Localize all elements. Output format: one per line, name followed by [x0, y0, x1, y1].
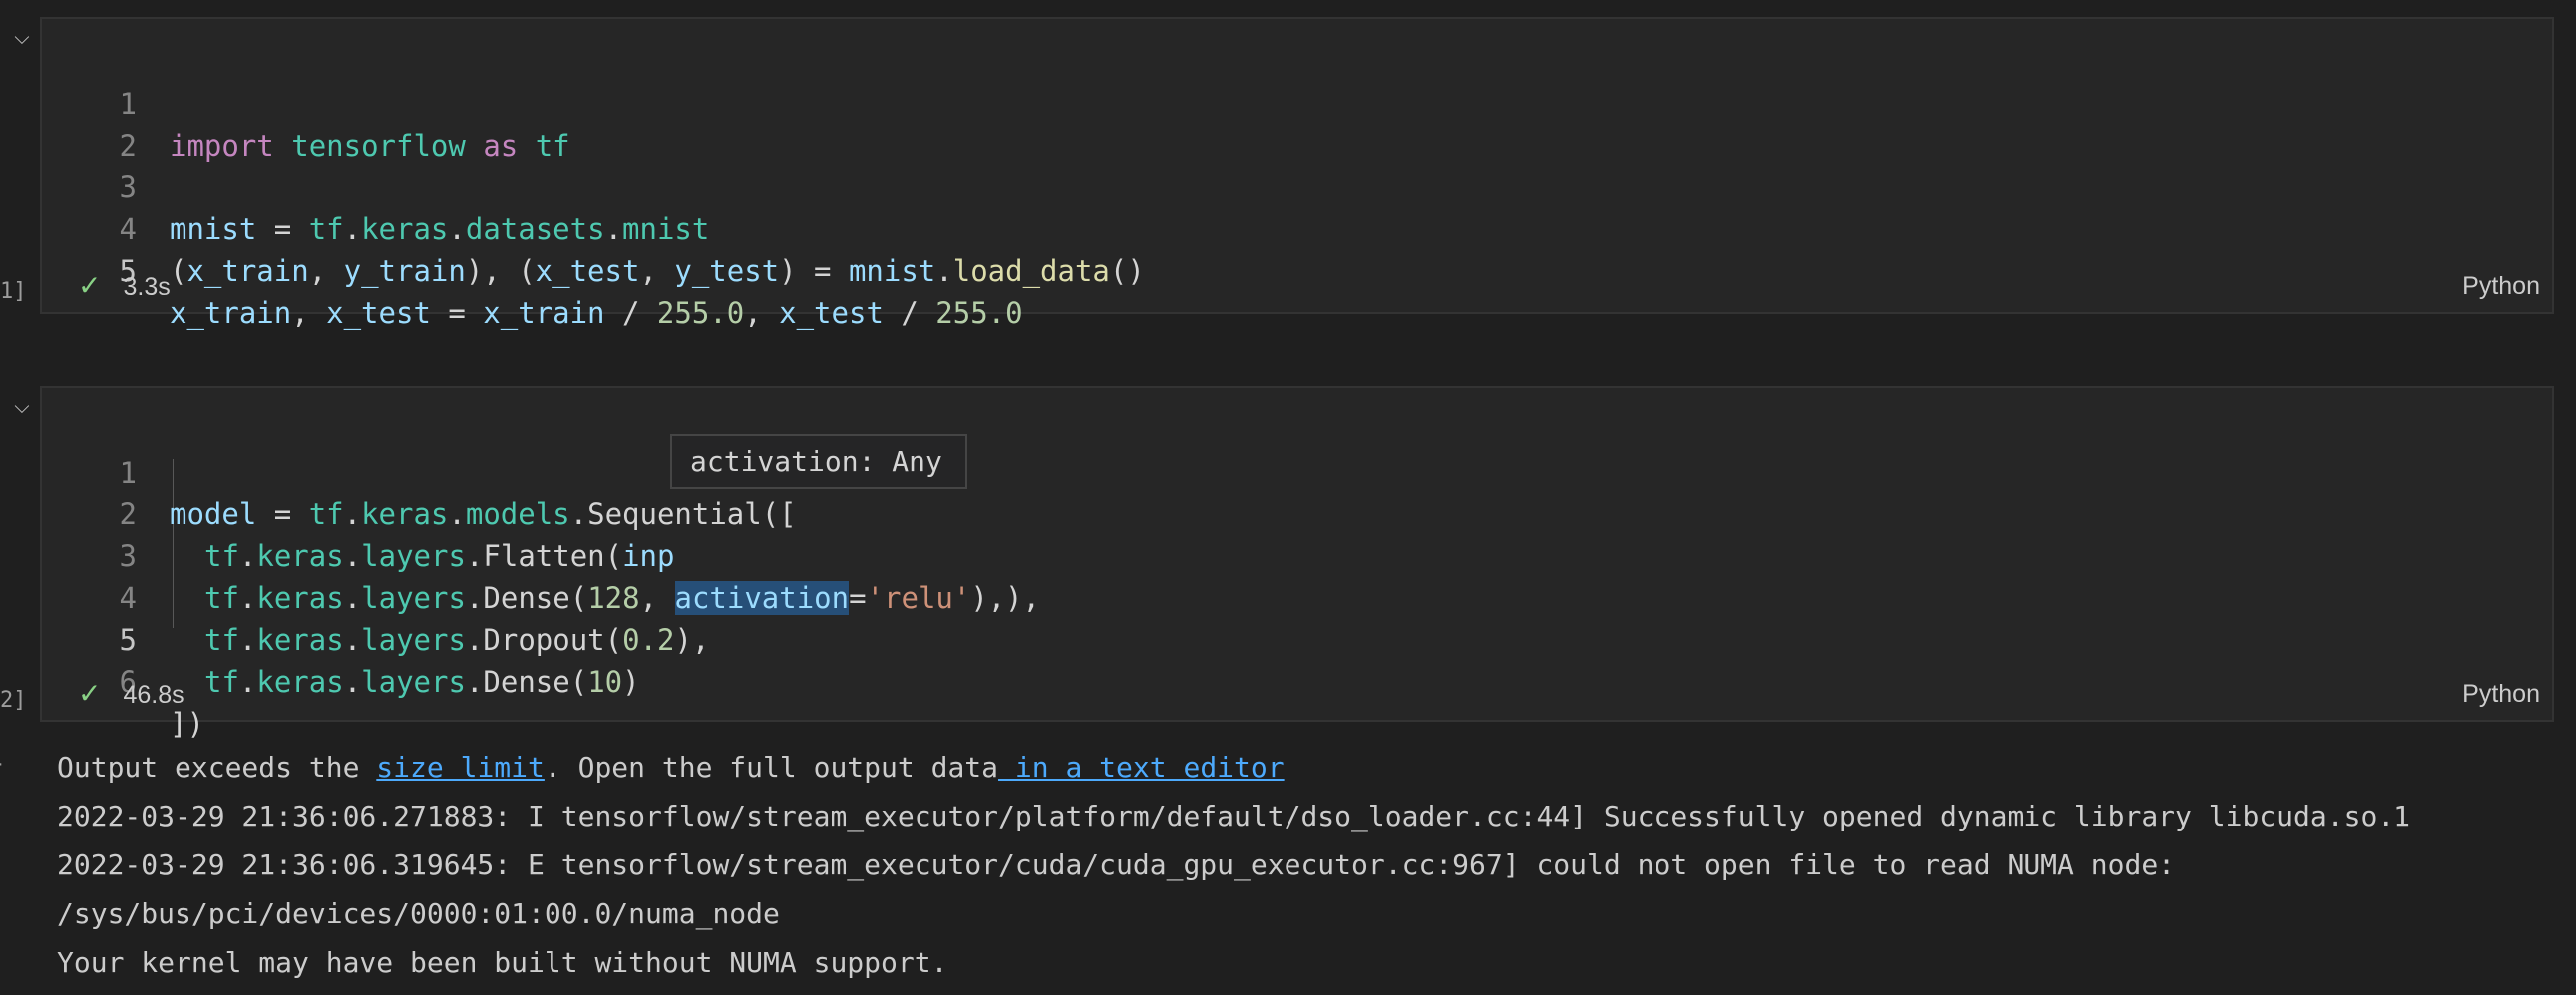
- code-line: 2: [42, 83, 147, 163]
- execution-count-1: 1]: [0, 279, 27, 304]
- output-line: 2022-03-29 21:36:06.319645: E tensorflow…: [57, 848, 2176, 881]
- indent-guide: [173, 459, 174, 628]
- output-line: 2022-03-29 21:36:06.271883: I tensorflow…: [57, 800, 2411, 832]
- open-text-editor-link[interactable]: in a text editor: [998, 751, 1285, 784]
- check-icon: ✓: [78, 678, 102, 709]
- language-selector[interactable]: Python: [2462, 676, 2540, 712]
- code-line: 1 import tensorflow as tf: [42, 41, 570, 163]
- collapse-cell-2-chevron-down-icon[interactable]: ⌵: [11, 396, 33, 418]
- language-selector[interactable]: Python: [2462, 268, 2540, 304]
- cell-status: ✓ 46.8s: [78, 676, 184, 712]
- code-line: 3 mnist = tf.keras.datasets.mnist: [42, 125, 710, 246]
- execution-count-2: 2]: [0, 688, 27, 713]
- cell-output: Output exceeds the size limit. Open the …: [57, 743, 2556, 987]
- size-limit-link[interactable]: size limit: [376, 751, 545, 784]
- output-line: Output exceeds the size limit. Open the …: [57, 751, 1285, 784]
- code-line: 6 ]): [42, 619, 204, 741]
- code-line: 4 tf.keras.layers.Dropout(0.2),: [42, 535, 710, 657]
- collapse-cell-1-chevron-down-icon[interactable]: ⌵: [11, 27, 33, 49]
- hovered-token[interactable]: activation: [674, 581, 850, 615]
- hover-tooltip: activation: Any: [670, 434, 967, 489]
- check-icon: ✓: [78, 270, 102, 301]
- output-marker[interactable]: ·: [0, 753, 4, 776]
- code-line: 5 tf.keras.layers.Dense(10): [42, 577, 640, 699]
- code-cell-2[interactable]: 1 model = tf.keras.models.Sequential([ 2…: [40, 386, 2554, 741]
- execution-time: 46.8s: [123, 681, 184, 709]
- execution-time: 3.3s: [123, 273, 171, 301]
- output-line: Your kernel may have been built without …: [57, 946, 948, 979]
- cell-status: ✓ 3.3s: [78, 268, 171, 304]
- code-line: 5 x_train, x_test = x_train / 255.0, x_t…: [42, 208, 1023, 330]
- code-line: 2 tf.keras.layers.Flatten(inp ),: [42, 452, 1040, 615]
- code-line: 1 model = tf.keras.models.Sequential([: [42, 410, 797, 531]
- code-line: 3 tf.keras.layers.Dense(128, activation=…: [42, 494, 1005, 615]
- output-line: /sys/bus/pci/devices/0000:01:00.0/numa_n…: [57, 897, 780, 930]
- code-cell-1[interactable]: 1 import tensorflow as tf 2 3 mnist = tf…: [40, 17, 2554, 330]
- code-line: 4 (x_train, y_train), (x_test, y_test) =…: [42, 166, 1145, 288]
